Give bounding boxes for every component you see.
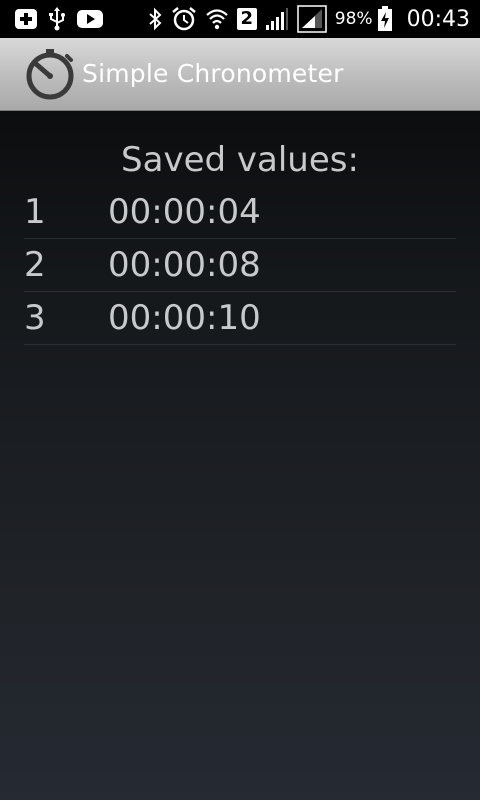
bluetooth-icon: [147, 7, 163, 31]
signal-icon-2: [297, 5, 327, 33]
status-bar-left: [14, 0, 114, 38]
battery-percent: 98%: [334, 9, 373, 29]
saved-value-time: 00:00:04: [108, 192, 261, 232]
sim-2-icon: 2: [236, 7, 257, 31]
youtube-icon: [76, 7, 104, 31]
status-time: 00:43: [406, 6, 470, 32]
usb-icon: [48, 7, 66, 31]
app-title: Simple Chronometer: [82, 59, 344, 88]
list-item[interactable]: 3 00:00:10: [24, 292, 456, 345]
status-bar-right: 2 98% 00:43: [147, 0, 470, 38]
list-item[interactable]: 2 00:00:08: [24, 239, 456, 292]
list-item[interactable]: 1 00:00:04: [24, 186, 456, 239]
signal-icon: [265, 7, 289, 31]
wifi-icon: [205, 7, 229, 31]
battery-charging-icon: [377, 6, 393, 31]
sim-slot-label: 2: [236, 8, 257, 30]
saved-value-index: 3: [24, 298, 46, 338]
saved-value-index: 2: [24, 245, 46, 285]
status-bar: 2 98% 00:43: [0, 0, 480, 38]
saved-value-index: 1: [24, 192, 46, 232]
saved-values-heading: Saved values:: [121, 140, 359, 180]
action-bar: Simple Chronometer: [0, 38, 480, 111]
plus-icon: [14, 7, 38, 31]
saved-values-list: 1 00:00:04 2 00:00:08 3 00:00:10: [24, 186, 456, 345]
stopwatch-icon[interactable]: [24, 48, 76, 100]
saved-value-time: 00:00:08: [108, 245, 261, 285]
alarm-icon: [171, 7, 197, 31]
saved-value-time: 00:00:10: [108, 298, 261, 338]
